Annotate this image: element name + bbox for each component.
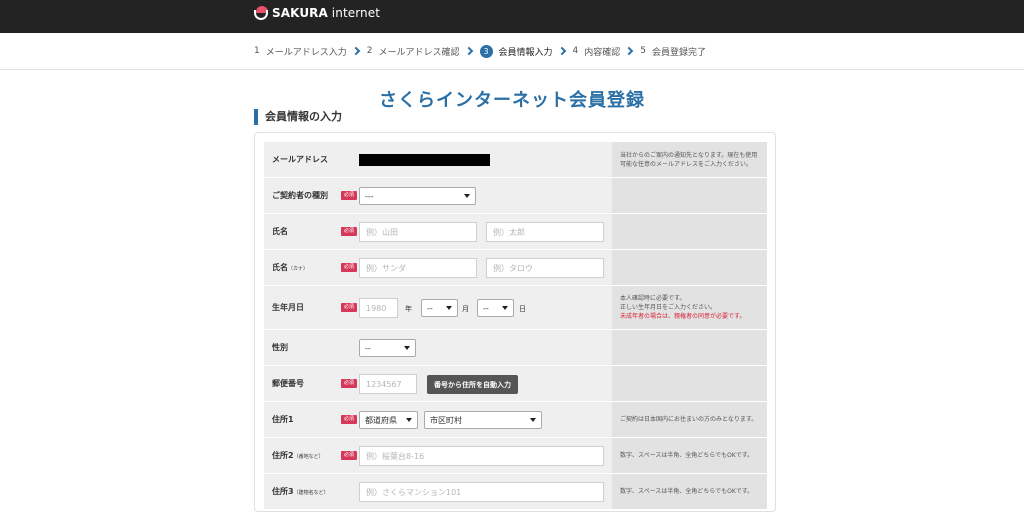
address2-note: 数字、スペースは半角、全角どちらでもOKです。 [620, 452, 754, 459]
gender-label: 性別 [272, 343, 288, 352]
step-1: 1 メールアドレス入力 [254, 45, 347, 58]
step-number: 1 [254, 46, 260, 56]
chevron-down-icon [464, 194, 470, 198]
sakura-logo-icon [254, 6, 268, 20]
row-gender: 性別 -- [264, 330, 767, 366]
step-label: 会員情報入力 [498, 47, 553, 58]
member-form-card: メールアドレス 当社からのご案内の通知先となります。現在も使用可能な任意のメール… [254, 132, 776, 512]
step-number: 4 [572, 46, 579, 56]
birth-day-select[interactable]: -- [477, 299, 514, 317]
row-contract-type: ご契約者の種別 必須 --- [264, 178, 767, 214]
name-kana-label: 氏名（カナ） [272, 263, 309, 272]
birthdate-note-1: 本人確認時に必要です。 [620, 295, 686, 302]
postal-label: 郵便番号 [272, 379, 304, 388]
step-label: 内容確認 [584, 47, 621, 58]
step-number: 2 [366, 46, 373, 56]
chevron-down-icon [404, 346, 410, 350]
top-bar: SAKURA internet [0, 0, 1024, 33]
required-badge: 必須 [341, 303, 357, 312]
chevron-right-icon [351, 46, 360, 56]
chevron-down-icon [446, 306, 452, 310]
first-name-input[interactable]: 例）太郎 [486, 222, 604, 242]
address2-input[interactable]: 例）桜葉台8-16 [359, 446, 604, 466]
select-value: -- [483, 303, 489, 313]
brand-name: SAKURA internet [272, 6, 381, 20]
member-form: メールアドレス 当社からのご案内の通知先となります。現在も使用可能な任意のメール… [264, 142, 767, 510]
gender-select[interactable]: -- [359, 339, 416, 357]
year-unit: 年 [405, 305, 412, 313]
row-birthdate: 生年月日 必須 1980 年 -- 月 -- 日 本人確認時に必要です。 正しい… [264, 286, 767, 330]
birth-year-input[interactable]: 1980 [359, 298, 398, 318]
row-email: メールアドレス 当社からのご案内の通知先となります。現在も使用可能な任意のメール… [264, 142, 767, 178]
birthdate-note-2: 正しい生年月日をご入力ください。 [620, 304, 717, 311]
required-badge: 必須 [341, 263, 357, 272]
progress-steps: 1 メールアドレス入力 2 メールアドレス確認 3 会員情報入力 4 内容確認 … [0, 33, 1024, 70]
email-value-redacted [359, 154, 490, 166]
first-name-kana-input[interactable]: 例）タロウ [486, 258, 604, 278]
sakura-logo[interactable]: SAKURA internet [254, 6, 380, 20]
address2-label: 住所2（番地など） [272, 451, 324, 460]
row-name: 氏名 必須 例）山田 例）太郎 [264, 214, 767, 250]
address3-note: 数字、スペースは半角、全角どちらでもOKです。 [620, 488, 754, 495]
email-note: 当社からのご案内の通知先となります。現在も使用可能な任意のメールアドレスをご入力… [620, 151, 758, 168]
required-badge: 必須 [341, 379, 357, 388]
last-name-kana-input[interactable]: 例）サンダ [359, 258, 477, 278]
page-title: さくらインターネット会員登録 [379, 90, 645, 111]
prefecture-select[interactable]: 都道府県 [359, 411, 418, 429]
address1-label: 住所1 [272, 415, 294, 424]
birth-month-select[interactable]: -- [421, 299, 458, 317]
chevron-right-icon [557, 46, 566, 56]
birthdate-note-minor: 未成年者の場合は、親権者の同意が必要です。 [620, 313, 746, 320]
address1-note: ご契約は日本国内にお住まいの方のみとなります。 [620, 416, 758, 423]
row-name-kana: 氏名（カナ） 必須 例）サンダ 例）タロウ [264, 250, 767, 286]
step-2: 2 メールアドレス確認 [367, 45, 460, 58]
last-name-input[interactable]: 例）山田 [359, 222, 477, 242]
address3-input[interactable]: 例）さくらマンション101 [359, 482, 604, 502]
step-label: メールアドレス入力 [265, 47, 347, 58]
select-value: -- [365, 343, 371, 353]
row-address2: 住所2（番地など） 必須 例）桜葉台8-16 数字、スペースは半角、全角どちらで… [264, 438, 767, 474]
chevron-down-icon [530, 418, 536, 422]
chevron-down-icon [406, 418, 412, 422]
postal-autofill-button[interactable]: 番号から住所を自動入力 [427, 375, 518, 394]
section-heading: 会員情報の入力 [254, 109, 342, 125]
required-badge: 必須 [341, 191, 357, 200]
select-value: 市区町村 [430, 415, 462, 425]
address3-label: 住所3（建物名など） [272, 487, 329, 496]
row-address1: 住所1 必須 都道府県 市区町村 ご契約は日本国内にお住まいの方のみとなります。 [264, 402, 767, 438]
postal-code-input[interactable]: 1234567 [359, 374, 417, 394]
step-4: 4 内容確認 [573, 45, 621, 58]
step-label: メールアドレス確認 [378, 47, 460, 58]
chevron-down-icon [502, 306, 508, 310]
step-label: 会員登録完了 [652, 47, 707, 58]
birthdate-label: 生年月日 [272, 303, 304, 312]
day-unit: 日 [519, 305, 526, 313]
month-unit: 月 [462, 305, 469, 313]
name-label: 氏名 [272, 227, 288, 236]
row-postal: 郵便番号 必須 1234567 番号から住所を自動入力 [264, 366, 767, 402]
select-value: 都道府県 [365, 415, 397, 425]
step-3-current: 3 会員情報入力 [479, 44, 553, 58]
step-number-circle-icon: 3 [479, 44, 493, 58]
row-address3: 住所3（建物名など） 例）さくらマンション101 数字、スペースは半角、全角どち… [264, 474, 767, 510]
step-5: 5 会員登録完了 [640, 45, 706, 58]
city-select[interactable]: 市区町村 [424, 411, 542, 429]
step-number: 5 [640, 46, 646, 56]
chevron-right-icon [464, 46, 473, 56]
required-badge: 必須 [341, 227, 357, 236]
contract-type-label: ご契約者の種別 [272, 191, 328, 200]
select-value: --- [365, 191, 374, 201]
email-label: メールアドレス [272, 155, 328, 164]
required-badge: 必須 [341, 415, 357, 424]
chevron-right-icon [625, 46, 634, 56]
contract-type-select[interactable]: --- [359, 187, 476, 205]
required-badge: 必須 [341, 451, 357, 460]
select-value: -- [427, 303, 433, 313]
